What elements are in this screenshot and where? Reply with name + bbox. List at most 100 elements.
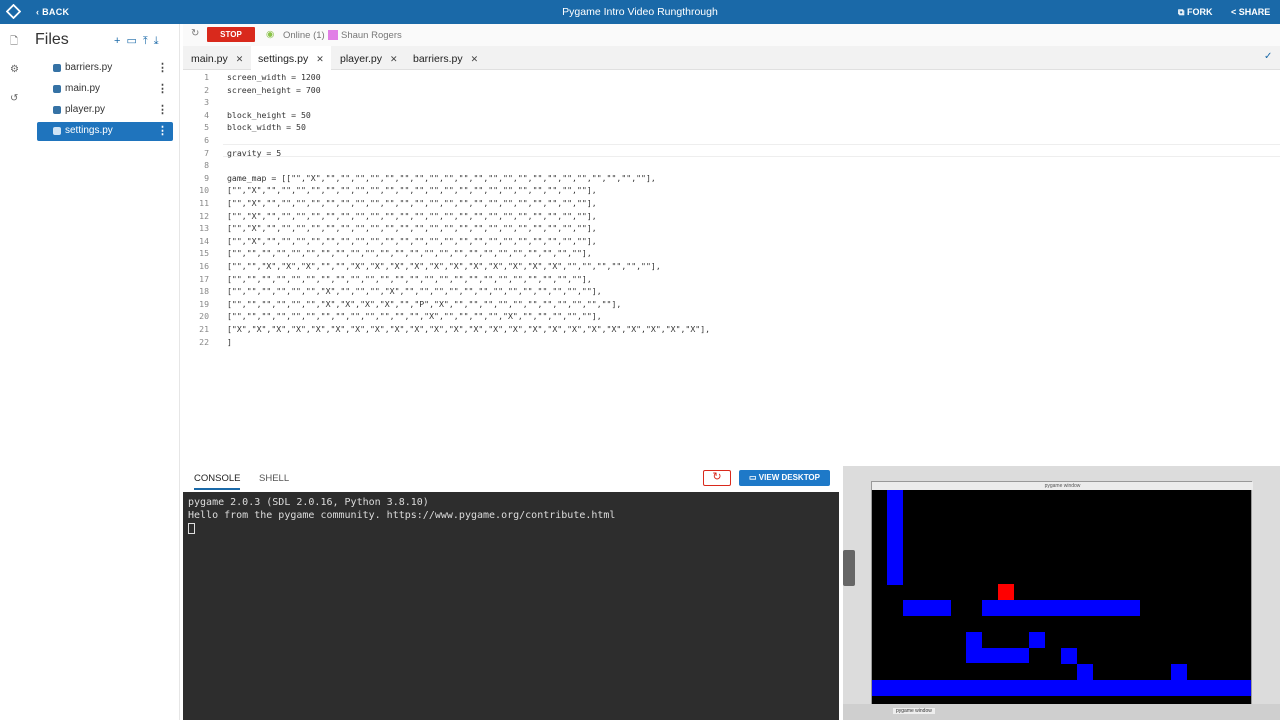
console-line: Hello from the pygame community. https:/… [188, 510, 616, 521]
file-sidebar: Files +▭⤒⤓ barriers.py ⋮ main.py ⋮ playe… [30, 24, 180, 720]
more-options-icon[interactable]: ⋮ [157, 61, 168, 74]
code-line: block_height = 50 [227, 109, 311, 120]
line-number: 16 [199, 261, 209, 271]
barrier-block [1029, 632, 1045, 648]
console-panel: CONSOLE SHELL ↻ ▭ VIEW DESKTOP pygame 2.… [183, 466, 839, 720]
tab-player[interactable]: player.py ✕ [340, 46, 410, 70]
pygame-window[interactable]: pygame window [871, 481, 1253, 706]
files-heading: Files [35, 31, 69, 48]
collapse-handle[interactable] [843, 550, 855, 586]
share-icon: < [1231, 7, 1237, 17]
share-label: SHARE [1238, 7, 1271, 17]
line-number: 1 [204, 72, 209, 82]
more-options-icon[interactable]: ⋮ [157, 103, 168, 116]
run-history-icon[interactable]: ↻ [191, 28, 199, 39]
code-line: gravity = 5 [227, 147, 282, 158]
desktop-icon: ▭ [749, 473, 757, 482]
current-line-highlight [223, 144, 1280, 157]
add-folder-icon[interactable]: ▭ [126, 35, 142, 47]
line-number: 8 [204, 160, 209, 171]
line-number: 11 [199, 198, 209, 208]
close-icon[interactable]: ✕ [390, 54, 398, 64]
line-number: 4 [204, 109, 209, 120]
line-number: 6 [204, 135, 209, 145]
line-number: 13 [199, 223, 209, 234]
close-icon[interactable]: ✕ [471, 54, 479, 64]
line-number: 12 [199, 210, 209, 221]
close-icon[interactable]: ✕ [236, 54, 244, 64]
desktop-preview[interactable]: pygame window pygame window [843, 466, 1280, 720]
code-line: ["","","","","","","","","","","","","",… [227, 273, 592, 284]
share-button[interactable]: < SHARE [1231, 7, 1270, 17]
tab-shell[interactable]: SHELL [259, 473, 289, 484]
close-icon[interactable]: ✕ [316, 54, 324, 64]
file-item-barriers[interactable]: barriers.py ⋮ [37, 59, 173, 78]
editor-tabs: main.py ✕ settings.py ✕ player.py ✕ barrier… [183, 46, 1280, 70]
tab-label: settings.py [258, 53, 309, 65]
code-line: ["","","","","","","","","","","","","",… [227, 311, 602, 322]
code-line: ["","X","","","","","","","","","","",""… [227, 198, 597, 208]
window-title: pygame window [872, 482, 1253, 490]
online-status: Online (1) [283, 30, 325, 41]
console-output[interactable]: pygame 2.0.3 (SDL 2.0.16, Python 3.8.10)… [183, 492, 839, 720]
code-line: ] [227, 336, 232, 347]
file-name: barriers.py [65, 62, 113, 73]
history-icon[interactable]: ↺ [10, 93, 21, 104]
line-number: 21 [199, 324, 209, 334]
tab-settings[interactable]: settings.py ✕ [251, 46, 331, 70]
barrier-block [1077, 664, 1093, 680]
barrier-block [966, 648, 1029, 663]
run-toolbar: ↻ STOP ◉ Online (1) Shaun Rogers [183, 24, 1280, 46]
barrier-block [982, 600, 1140, 616]
code-line: block_width = 50 [227, 122, 306, 133]
code-line: ["","X","","","","","","","","","","",""… [227, 210, 597, 221]
code-line: game_map = [["","X","","","","","","",""… [227, 172, 656, 183]
code-line: ["X","X","X","X","X","X","X","X","X","X"… [227, 324, 711, 334]
line-number: 2 [204, 84, 209, 95]
more-options-icon[interactable]: ⋮ [157, 82, 168, 95]
code-line: ["","X","","","","","","","","","","",""… [227, 185, 597, 196]
console-line: pygame 2.0.3 (SDL 2.0.16, Python 3.8.10) [188, 497, 429, 508]
upload-icon[interactable]: ⤒ [143, 35, 154, 47]
barrier-block [1061, 648, 1077, 664]
project-title: Pygame Intro Video Rungthrough [562, 6, 718, 18]
tab-label: player.py [340, 53, 383, 65]
tab-barriers[interactable]: barriers.py ✕ [413, 46, 488, 70]
fork-button[interactable]: ⧉ FORK [1178, 7, 1212, 18]
file-actions: +▭⤒⤓ [114, 34, 165, 48]
line-number: 19 [199, 298, 209, 309]
file-item-main[interactable]: main.py ⋮ [37, 80, 173, 99]
fork-label: FORK [1186, 7, 1213, 17]
line-number: 9 [204, 172, 209, 183]
fork-icon: ⧉ [1178, 7, 1185, 17]
tab-main[interactable]: main.py ✕ [191, 46, 251, 70]
code-editor[interactable]: 1 screen_width = 1200 2 screen_height = 700… [183, 70, 1280, 462]
settings-gear-icon[interactable]: ⚙ [10, 64, 21, 75]
stop-button[interactable]: STOP [207, 27, 255, 42]
code-line: ["","","","","","","X","X","X","X","","P… [227, 298, 622, 309]
file-item-settings[interactable]: settings.py ⋮ [37, 122, 173, 141]
python-file-icon [53, 64, 61, 72]
code-line: ["","","","","","","X","","","","X","","… [227, 286, 602, 297]
user-name: Shaun Rogers [341, 30, 402, 41]
line-number: 3 [204, 97, 209, 108]
line-number: 7 [204, 147, 209, 158]
console-cursor [188, 523, 195, 534]
python-file-icon [53, 85, 61, 93]
taskbar-item[interactable]: pygame window [893, 708, 935, 714]
line-number: 22 [199, 336, 209, 347]
view-desktop-button[interactable]: ▭ VIEW DESKTOP [739, 470, 830, 486]
download-icon[interactable]: ⤓ [154, 35, 165, 47]
file-item-player[interactable]: player.py ⋮ [37, 101, 173, 120]
file-icon[interactable]: 🗋 [10, 34, 21, 47]
restart-icon[interactable]: ↻ [703, 470, 731, 486]
code-line: ["","X","","","","","","","","","","",""… [227, 223, 597, 234]
code-line: ["","","X","X","X","","","X","X","X","X"… [227, 261, 661, 271]
line-number: 10 [199, 185, 209, 196]
view-desktop-label: VIEW DESKTOP [758, 473, 820, 482]
more-options-icon[interactable]: ⋮ [157, 124, 168, 137]
line-number: 15 [199, 248, 209, 259]
tab-console[interactable]: CONSOLE [194, 473, 241, 490]
line-number: 20 [199, 311, 209, 322]
add-file-icon[interactable]: + [114, 35, 126, 47]
